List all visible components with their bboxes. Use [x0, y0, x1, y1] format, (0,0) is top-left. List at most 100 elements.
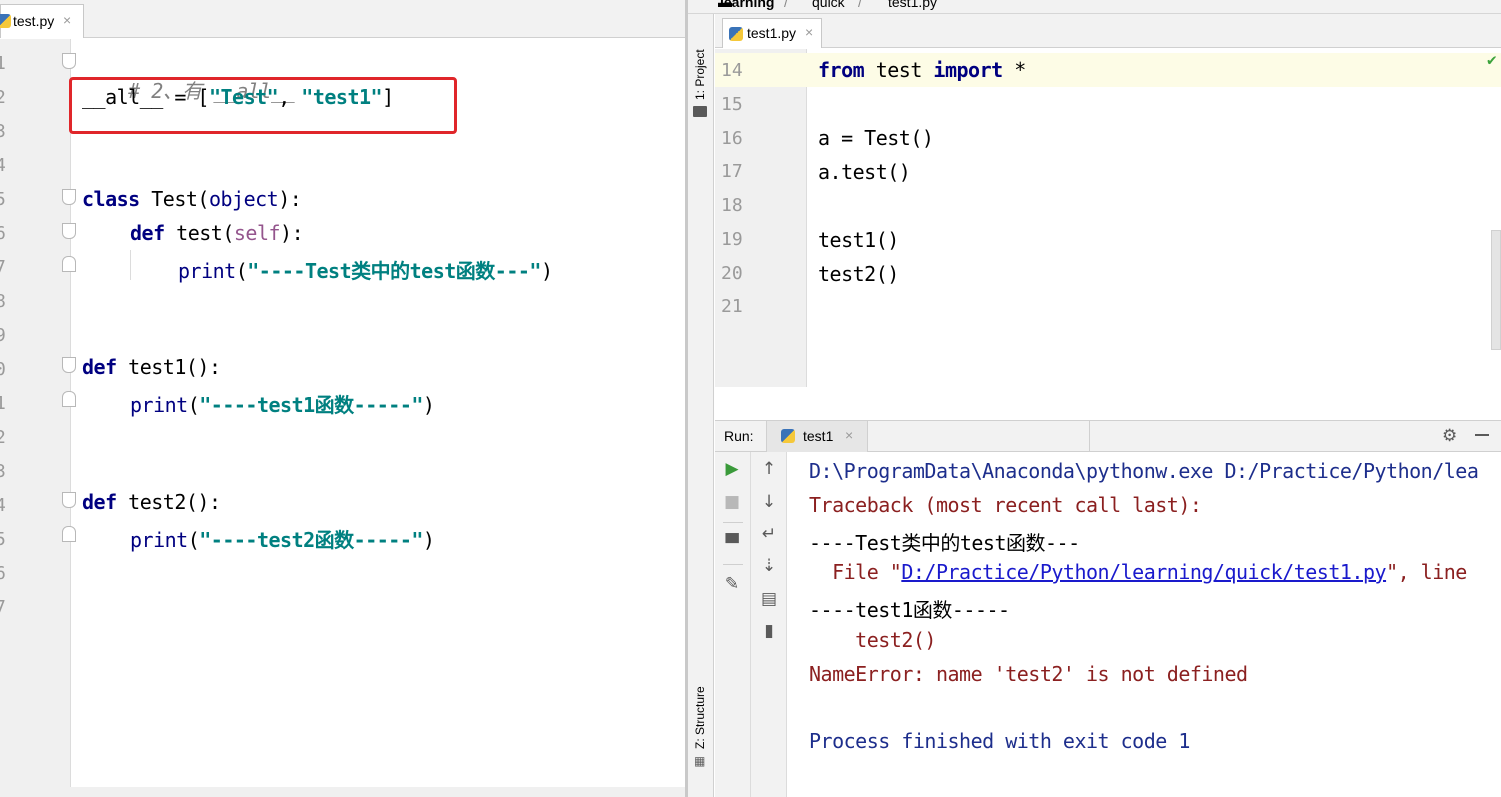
right-tab-bar: [715, 14, 1501, 48]
down-arrow-icon[interactable]: ↓: [759, 492, 779, 512]
string-literal: "----Test类中的test函数---": [247, 259, 541, 283]
line-number: 7: [0, 257, 6, 278]
python-file-icon: [0, 14, 11, 28]
keyword: def: [82, 490, 117, 514]
tab-test-py[interactable]: test.py ×: [0, 4, 84, 38]
project-tool-button[interactable]: 1: Project: [693, 49, 707, 100]
line-number: 20: [721, 263, 743, 284]
string-literal: "----test2函数-----": [199, 528, 423, 552]
fold-marker-icon[interactable]: [62, 357, 76, 373]
code-line-16[interactable]: a = Test(): [818, 126, 934, 150]
builtin: print: [178, 259, 236, 283]
breadcrumb-item-file[interactable]: test1.py: [888, 0, 937, 10]
breadcrumb-item-learning[interactable]: learning: [720, 0, 774, 10]
breadcrumb-item-quick[interactable]: quick: [812, 0, 845, 10]
builtin: print: [130, 393, 188, 417]
soft-wrap-icon[interactable]: ↵: [759, 524, 779, 544]
scrollbar-thumb[interactable]: [1491, 230, 1501, 350]
trash-icon[interactable]: ▮: [759, 621, 779, 641]
code-text: ): [422, 528, 435, 552]
code-text: (: [235, 259, 248, 283]
self-param: self: [233, 221, 281, 245]
code-text: test1():: [116, 355, 221, 379]
scroll-to-end-icon[interactable]: ⇣: [759, 556, 779, 576]
structure-tool-button[interactable]: Z: Structure: [693, 686, 707, 749]
output-line: NameError: name 'test2' is not defined: [809, 662, 1248, 686]
line-number: 8: [0, 291, 6, 312]
close-tab-icon[interactable]: ×: [805, 24, 813, 40]
output-line: Process finished with exit code 1: [809, 729, 1190, 753]
left-bottom-bar: [0, 787, 685, 797]
code-line-6[interactable]: def test(self):: [130, 221, 304, 245]
code-line-7[interactable]: print("----Test类中的test函数---"): [178, 255, 553, 284]
layout-icon[interactable]: ▀: [722, 534, 742, 554]
keyword: import: [933, 58, 1003, 82]
inspection-ok-icon[interactable]: ✔: [1487, 50, 1497, 69]
rerun-icon[interactable]: ▶: [722, 459, 742, 479]
header-divider: [1089, 421, 1090, 451]
fold-marker-icon[interactable]: [62, 492, 76, 508]
fold-marker-icon[interactable]: [62, 391, 76, 407]
pin-icon[interactable]: ✎: [722, 574, 742, 594]
code-line-20[interactable]: test2(): [818, 262, 899, 286]
structure-icon: ▦: [694, 754, 706, 768]
string-literal: "----test1函数-----": [199, 393, 423, 417]
tab-label: test1.py: [747, 25, 797, 41]
close-tab-icon[interactable]: ×: [63, 12, 71, 28]
annotation-highlight-box: [69, 77, 457, 134]
code-text: ): [422, 393, 435, 417]
line-number: 6: [0, 223, 6, 244]
output-line: ----test1函数-----: [809, 598, 1010, 622]
keyword: def: [130, 221, 165, 245]
indent-guide: [130, 250, 131, 280]
stop-icon[interactable]: ■: [722, 492, 742, 512]
fold-marker-icon[interactable]: [62, 526, 76, 542]
python-file-icon: [729, 27, 743, 41]
output-line: File "D:/Practice/Python/learning/quick/…: [809, 560, 1467, 584]
print-icon[interactable]: ▤: [759, 589, 779, 609]
code-text: ):: [280, 221, 304, 245]
gear-icon[interactable]: ⚙: [1442, 426, 1457, 446]
fold-marker-icon[interactable]: [62, 223, 76, 239]
code-line-11[interactable]: print("----test1函数-----"): [130, 389, 435, 418]
output-line: Traceback (most recent call last):: [809, 493, 1202, 517]
output-text: ", line: [1386, 560, 1467, 584]
code-line-14[interactable]: from test import *: [818, 58, 1026, 82]
fold-marker-icon[interactable]: [62, 189, 76, 205]
line-number: 15: [721, 94, 743, 115]
code-line-5[interactable]: class Test(object):: [82, 187, 302, 211]
code-text: *: [1002, 58, 1026, 82]
code-text: Test(: [139, 187, 209, 211]
code-line-17[interactable]: a.test(): [818, 160, 911, 184]
code-line-19[interactable]: test1(): [818, 228, 899, 252]
up-arrow-icon[interactable]: ↑: [759, 459, 779, 479]
line-number: 6: [0, 563, 6, 584]
run-tab-test1[interactable]: test1 ×: [766, 421, 868, 452]
output-line: D:\ProgramData\Anaconda\pythonw.exe D:/P…: [809, 459, 1479, 483]
close-tab-icon[interactable]: ×: [845, 427, 853, 443]
keyword: class: [82, 187, 140, 211]
tab-test1-py[interactable]: test1.py ×: [722, 18, 822, 48]
python-run-icon: [781, 429, 795, 443]
code-line-10[interactable]: def test1():: [82, 355, 221, 379]
line-number: 14: [721, 60, 743, 81]
minimize-icon[interactable]: [1475, 434, 1489, 436]
run-toolbar-secondary: ↑ ↓ ↵ ⇣ ▤ ▮: [751, 452, 787, 797]
line-number: 19: [721, 229, 743, 250]
line-number: 9: [0, 325, 6, 346]
line-number: 16: [721, 128, 743, 149]
folder-icon: [693, 106, 707, 117]
line-number: 1: [0, 393, 6, 414]
line-number: 0: [0, 359, 6, 380]
fold-marker-icon[interactable]: [62, 256, 76, 272]
file-link[interactable]: D:/Practice/Python/learning/quick/test1.…: [901, 560, 1386, 584]
builtin: object: [208, 187, 279, 211]
code-text: test(: [164, 221, 234, 245]
left-tab-bar: [0, 0, 685, 38]
line-number: 18: [721, 195, 743, 216]
code-line-15[interactable]: print("----test2函数-----"): [130, 524, 435, 553]
fold-marker-icon[interactable]: [62, 53, 76, 69]
breadcrumb: ▬ learning / quick / test1.py: [688, 0, 1501, 14]
code-line-14[interactable]: def test2():: [82, 490, 221, 514]
breadcrumb-separator: /: [784, 0, 788, 10]
